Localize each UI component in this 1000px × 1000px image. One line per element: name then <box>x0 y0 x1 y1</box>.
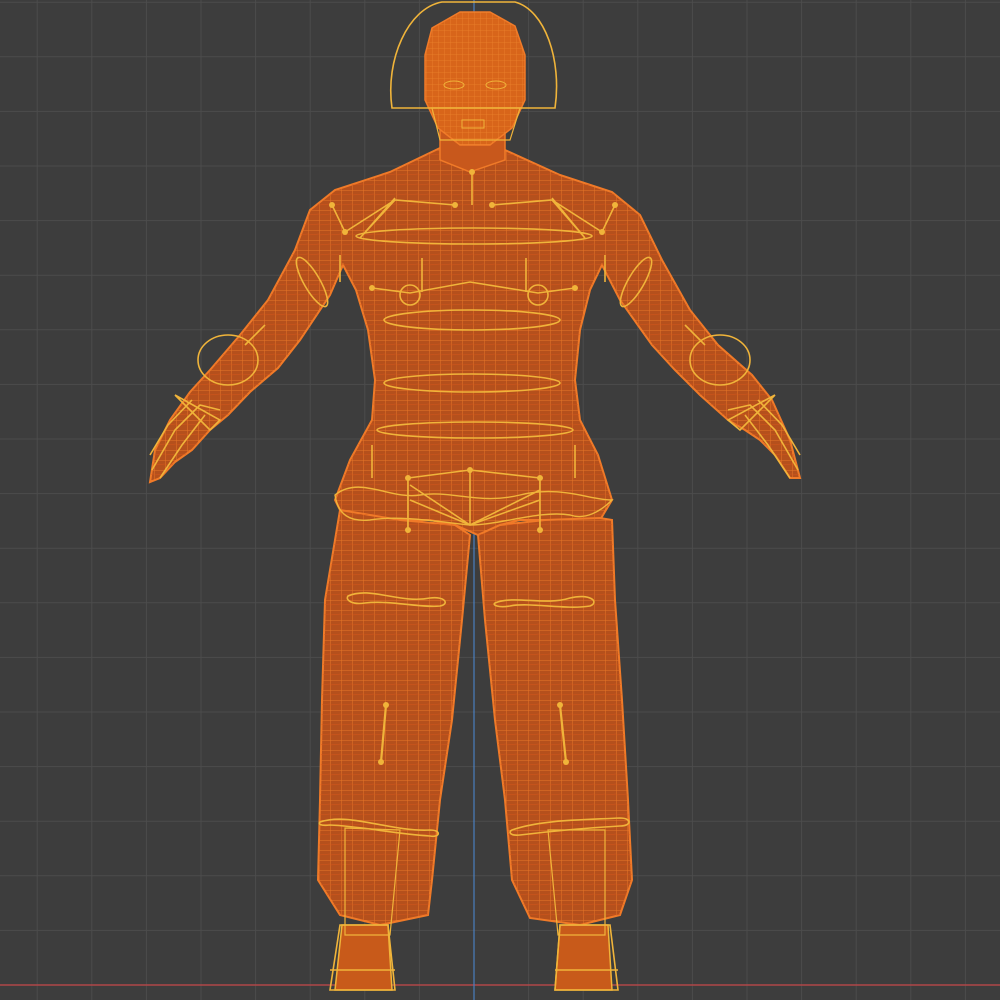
head-wireframe <box>425 12 525 145</box>
left-leg-wireframe <box>318 510 470 925</box>
character-model[interactable] <box>0 0 1000 1000</box>
3d-viewport[interactable] <box>0 0 1000 1000</box>
body-mesh[interactable] <box>148 11 802 991</box>
right-leg-wireframe <box>478 518 632 925</box>
torso-wireframe <box>150 135 800 535</box>
